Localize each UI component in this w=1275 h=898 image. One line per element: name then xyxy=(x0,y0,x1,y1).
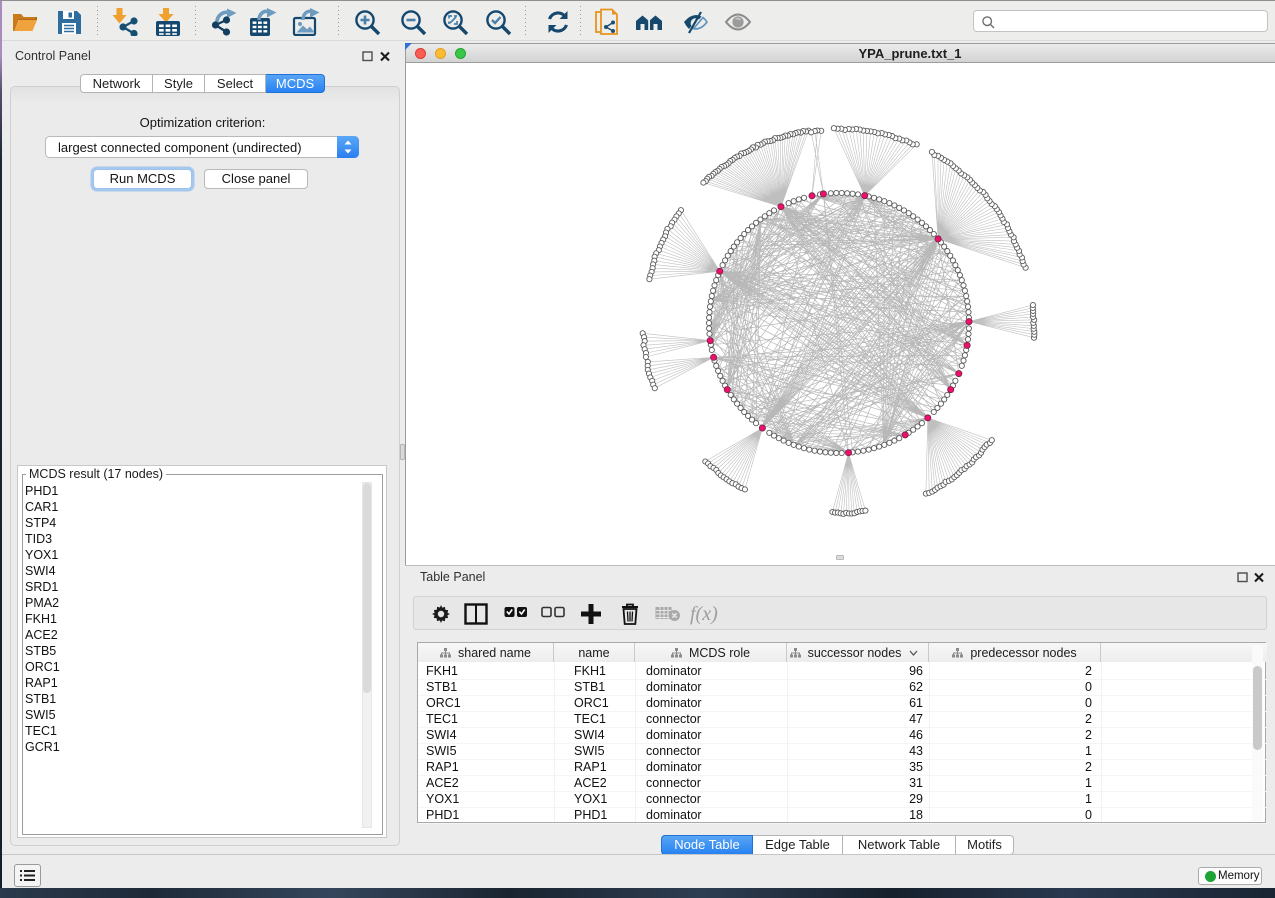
svg-text:f(x): f(x) xyxy=(690,603,718,625)
